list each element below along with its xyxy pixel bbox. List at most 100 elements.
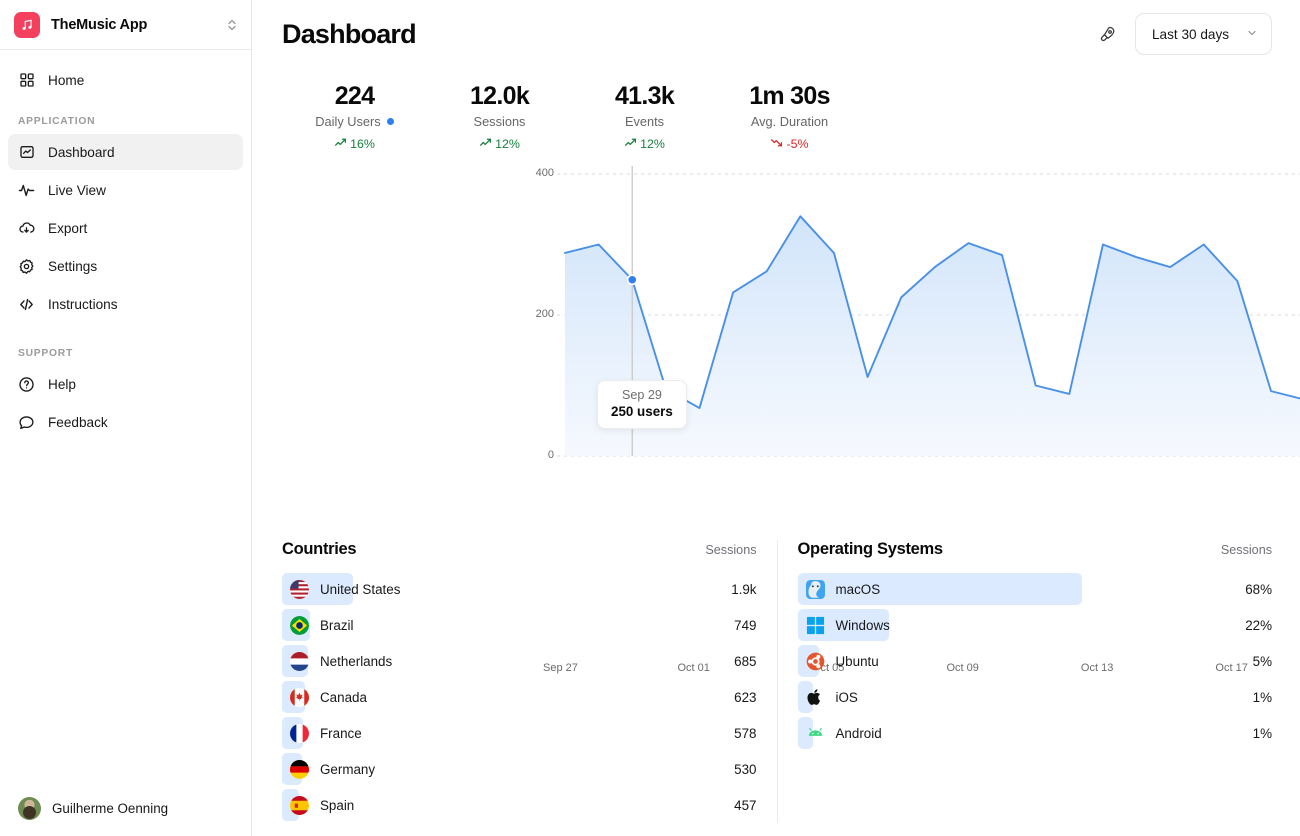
- brand-name: TheMusic App: [51, 16, 148, 33]
- daily-users-chart[interactable]: Sep 29 250 users 0 200 400 Sep 27 Oct 01 Oct …: [252, 164, 1300, 674]
- row-label: Android: [835, 725, 882, 741]
- page-title: Dashboard: [282, 18, 417, 49]
- kpi-delta-value: 12%: [640, 137, 665, 151]
- row-label: United States: [320, 581, 401, 597]
- list-item[interactable]: Android 1%: [797, 715, 1272, 751]
- panel-title: Operating Systems: [797, 540, 944, 558]
- sidebar-item-label: Export: [48, 220, 88, 236]
- row-value: 22%: [1245, 617, 1272, 633]
- user-profile[interactable]: Guilherme Oenning: [0, 780, 251, 836]
- panel-header: Operating Systems Sessions: [798, 540, 1273, 559]
- list-item[interactable]: Spain 457: [282, 787, 757, 823]
- list-item[interactable]: iOS 1%: [797, 679, 1272, 715]
- kpi-label-wrap: Sessions: [427, 114, 572, 129]
- list-item[interactable]: Germany 530: [282, 751, 757, 787]
- kpi-value: 1m 30s: [749, 82, 830, 110]
- trend-up-icon: [334, 136, 347, 152]
- sidebar-item-label: Home: [48, 72, 85, 88]
- row-value: 578: [734, 725, 757, 741]
- trend-up-icon: [624, 136, 637, 152]
- list-item[interactable]: United States 1.9k: [282, 571, 757, 607]
- sidebar-item-export[interactable]: Export: [8, 210, 243, 246]
- kpi-label-wrap: Avg. Duration: [717, 114, 862, 129]
- row-label: France: [320, 725, 362, 741]
- kpi-delta-value: 16%: [350, 137, 375, 151]
- list-item[interactable]: Canada 623: [282, 679, 757, 715]
- kpi-delta-value: 12%: [495, 137, 520, 151]
- row-label: Canada: [320, 689, 367, 705]
- list-item[interactable]: Ubuntu 5%: [797, 643, 1272, 679]
- panel-header: Countries Sessions: [282, 540, 757, 559]
- flag-ca-icon: [290, 687, 309, 707]
- row-value: 685: [734, 653, 757, 669]
- kpi-avg-duration[interactable]: 1m 30s Avg. Duration -5%: [717, 82, 862, 152]
- workspace-switcher[interactable]: TheMusic App: [0, 0, 251, 50]
- kpi-label: Avg. Duration: [750, 114, 829, 129]
- kpi-events[interactable]: 41.3k Events 12%: [572, 82, 717, 152]
- sidebar-nav: Home APPLICATION Dashboard Live View Exp…: [0, 50, 251, 780]
- dashboard-app: TheMusic App Home APPLICATION Dashboard: [0, 0, 1300, 836]
- chevrons-up-down-icon[interactable]: [227, 17, 237, 33]
- sidebar-item-live-view[interactable]: Live View: [8, 172, 243, 208]
- sidebar-item-settings[interactable]: Settings: [8, 248, 243, 284]
- kpi-label-wrap: Daily Users: [282, 114, 427, 129]
- sidebar-group-support: SUPPORT: [18, 348, 74, 359]
- kpi-sessions[interactable]: 12.0k Sessions 12%: [427, 82, 572, 152]
- bottom-panels: Countries Sessions United States 1.9k Braz…: [252, 540, 1300, 823]
- pulse-icon: [18, 182, 35, 199]
- row-label: Germany: [320, 761, 376, 777]
- list-item[interactable]: Netherlands 685: [282, 643, 757, 679]
- sidebar-item-dashboard[interactable]: Dashboard: [8, 134, 243, 170]
- kpi-label: Daily Users: [315, 114, 381, 129]
- android-icon: [806, 724, 825, 743]
- sidebar-item-home[interactable]: Home: [8, 62, 243, 98]
- panel-column-header: Sessions: [705, 543, 757, 557]
- trend-up-icon: [479, 136, 492, 152]
- sidebar-item-help[interactable]: Help: [8, 366, 243, 402]
- cloud-download-icon: [18, 220, 35, 237]
- trend-down-icon: [770, 136, 783, 152]
- chart-svg: [557, 166, 1300, 457]
- apple-icon: [806, 688, 825, 707]
- row-value: 749: [734, 617, 757, 633]
- row-label: Brazil: [320, 617, 354, 633]
- sidebar-item-label: Feedback: [48, 414, 108, 430]
- rocket-icon[interactable]: [1095, 21, 1121, 47]
- tooltip-value: 250 users: [611, 404, 673, 419]
- user-name: Guilherme Oenning: [52, 800, 169, 816]
- apple-finder-icon: [805, 579, 825, 599]
- sidebar-item-feedback[interactable]: Feedback: [8, 404, 243, 440]
- kpi-row: 224 Daily Users 16% 12.0k Sessions 12% 4…: [252, 68, 1300, 152]
- panel-title: Countries: [282, 540, 357, 558]
- row-label: macOS: [835, 581, 881, 597]
- flag-de-icon: [290, 759, 309, 779]
- sidebar-item-instructions[interactable]: Instructions: [8, 286, 243, 322]
- chevron-down-icon: [1246, 27, 1258, 42]
- selected-series-dot: [386, 118, 394, 125]
- flag-br-icon: [290, 615, 309, 635]
- list-item[interactable]: Brazil 749: [282, 607, 757, 643]
- list-item[interactable]: macOS 68%: [797, 571, 1272, 607]
- sidebar-item-label: Live View: [48, 182, 106, 198]
- kpi-daily-users[interactable]: 224 Daily Users 16%: [282, 82, 427, 152]
- kpi-delta-value: -5%: [786, 137, 809, 151]
- row-label: Windows: [835, 617, 890, 633]
- kpi-value: 224: [334, 82, 375, 110]
- row-value: 1%: [1252, 689, 1272, 705]
- kpi-delta: 16%: [282, 136, 427, 152]
- date-range-select[interactable]: Last 30 days: [1135, 13, 1272, 55]
- row-value: 1.9k: [731, 581, 757, 597]
- chart-tooltip: Sep 29 250 users: [597, 380, 687, 429]
- row-value: 5%: [1252, 653, 1272, 669]
- list-item[interactable]: France 578: [282, 715, 757, 751]
- windows-icon: [806, 616, 825, 635]
- gear-icon: [18, 258, 35, 275]
- list-item[interactable]: Windows 22%: [797, 607, 1272, 643]
- chart-image-icon: [18, 144, 35, 161]
- y-axis-tick: 200: [535, 308, 554, 320]
- sidebar-item-label: Settings: [48, 258, 98, 274]
- chat-bubble-icon: [18, 414, 35, 431]
- topbar: Dashboard Last 30 days: [252, 0, 1300, 68]
- sidebar-item-label: Instructions: [48, 296, 118, 312]
- panel-countries: Countries Sessions United States 1.9k Braz…: [282, 540, 757, 823]
